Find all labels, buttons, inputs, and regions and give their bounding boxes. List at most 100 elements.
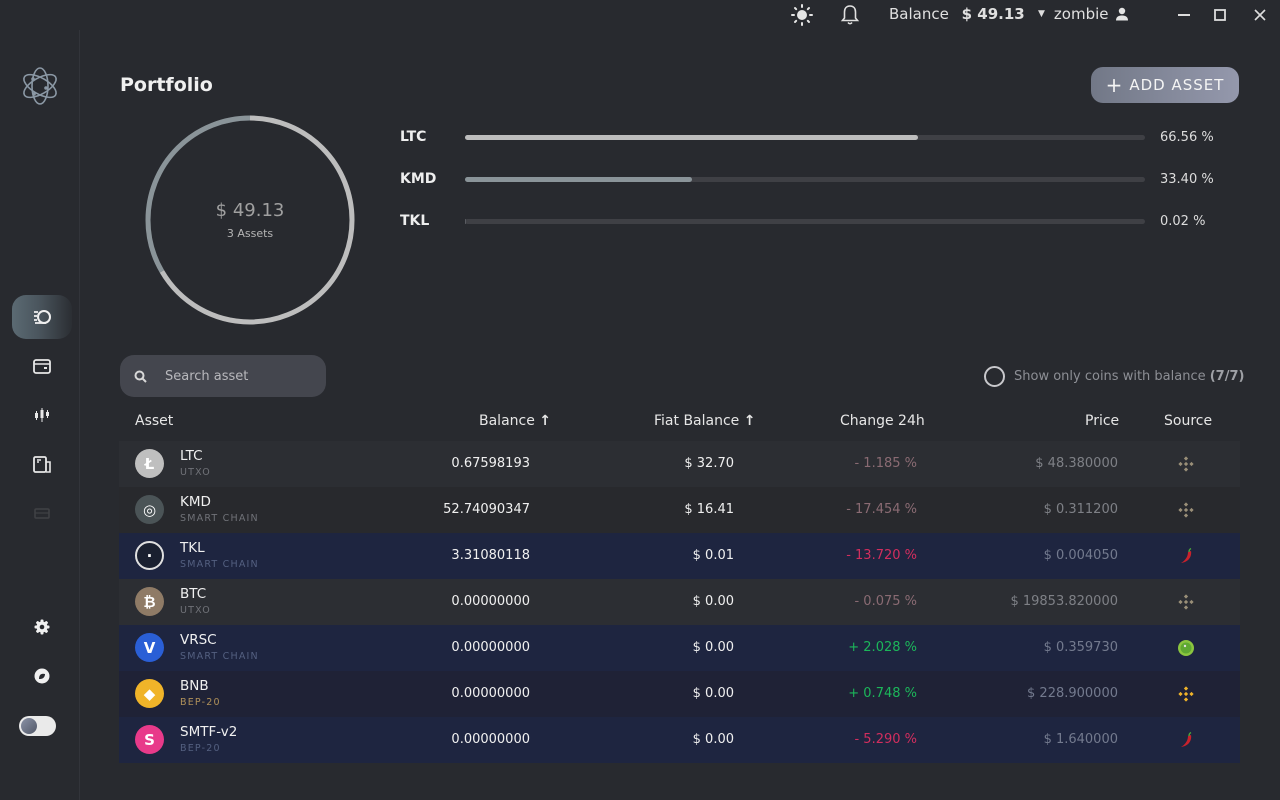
coin-fiat-balance: $ 16.41 (684, 502, 734, 517)
arrow-up-icon: ↑ (539, 413, 552, 429)
coin-balance: 0.00000000 (451, 594, 530, 609)
donut-center: $ 49.13 3 Assets (143, 113, 357, 327)
binance-icon (1177, 455, 1195, 473)
table-row[interactable]: Ł LTC UTXO 0.67598193 $ 32.70 - 1.185 % $ 48.3… (119, 441, 1240, 487)
theme-toggle[interactable] (19, 716, 56, 736)
close-icon (1254, 9, 1266, 21)
balance-display: Balance $ 49.13 (889, 5, 1025, 23)
column-header-balance[interactable]: Balance ↑ (479, 413, 551, 429)
coin-ticker: TKL (180, 540, 205, 556)
table-row[interactable]: S SMTF-v2 BEP-20 0.00000000 $ 0.00 - 5.290 % $… (119, 717, 1240, 763)
coin-price: $ 228.900000 (1027, 686, 1118, 701)
coinpaprika-icon (1177, 731, 1195, 749)
column-header-price[interactable]: Price (1085, 413, 1119, 429)
column-header-source[interactable]: Source (1164, 413, 1212, 429)
minimize-button[interactable] (1172, 3, 1196, 27)
coin-price: $ 0.004050 (1043, 548, 1118, 563)
table-row[interactable]: ◎ KMD SMART CHAIN 52.74090347 $ 16.41 - 17.45… (119, 487, 1240, 533)
table-row[interactable]: V VRSC SMART CHAIN 0.00000000 $ 0.00 + 2.028 … (119, 625, 1240, 671)
balance-value: $ 49.13 (961, 5, 1025, 23)
coin-type: UTXO (180, 605, 211, 616)
distribution-ticker: LTC (400, 129, 427, 145)
column-header-change[interactable]: Change 24h (840, 413, 925, 429)
coin-ticker: KMD (180, 494, 211, 510)
coin-ticker: VRSC (180, 632, 217, 648)
maximize-button[interactable] (1208, 3, 1232, 27)
bell-icon[interactable] (840, 4, 860, 26)
coin-type: BEP-20 (180, 697, 221, 708)
coin-price: $ 0.311200 (1043, 502, 1118, 517)
coin-type: SMART CHAIN (180, 559, 259, 570)
coin-price: $ 0.359730 (1043, 640, 1118, 655)
coin-ticker: SMTF-v2 (180, 724, 238, 740)
coin-change-24h: - 1.185 % (854, 456, 917, 471)
coinpaprika-icon (1177, 547, 1195, 565)
atom-logo-icon (23, 67, 57, 105)
distribution-bar-fill (465, 134, 918, 140)
portfolio-total-value: $ 49.13 (215, 200, 285, 221)
distribution-ticker: TKL (400, 213, 430, 229)
coin-type: SMART CHAIN (180, 513, 259, 524)
search-box[interactable] (120, 355, 326, 397)
coin-type: SMART CHAIN (180, 651, 259, 662)
balance-filter-count: (7/7) (1209, 369, 1245, 384)
close-button[interactable] (1248, 3, 1272, 27)
sidebar-item-settings[interactable] (12, 605, 72, 649)
coin-change-24h: + 0.748 % (848, 686, 917, 701)
distribution-bar (465, 176, 1145, 182)
coin-fiat-balance: $ 0.00 (692, 640, 734, 655)
page-title: Portfolio (120, 74, 213, 96)
coin-icon-tkl: · (135, 541, 164, 570)
username: zombie (1053, 5, 1109, 23)
distribution-row-tkl: TKL 0.02 % (400, 211, 1240, 231)
table-row[interactable]: ◆ BNB BEP-20 0.00000000 $ 0.00 + 0.748 % $ 228… (119, 671, 1240, 717)
column-header-fiat-balance[interactable]: Fiat Balance ↑ (654, 413, 755, 429)
coin-ticker: BNB (180, 678, 209, 694)
table-row[interactable]: ₿ BTC UTXO 0.00000000 $ 0.00 - 0.075 % $ 19853… (119, 579, 1240, 625)
sidebar-item-fiat[interactable] (12, 491, 72, 535)
coin-fiat-balance: $ 0.00 (692, 732, 734, 747)
distribution-row-ltc: LTC 66.56 % (400, 127, 1240, 147)
user-menu[interactable]: ▼ zombie (1038, 5, 1129, 23)
coin-icon-btc: ₿ (135, 587, 164, 616)
coin-balance: 0.00000000 (451, 732, 530, 747)
coin-icon-bnb: ◆ (135, 679, 164, 708)
coin-price: $ 19853.820000 (1010, 594, 1118, 609)
sidebar-item-addressbook[interactable] (12, 442, 72, 486)
coin-icon-vrsc: V (135, 633, 164, 662)
coin-icon-kmd: ◎ (135, 495, 164, 524)
coin-balance: 52.74090347 (443, 502, 530, 517)
sidebar (0, 30, 80, 800)
column-header-asset[interactable]: Asset (135, 413, 173, 429)
search-input[interactable] (165, 368, 305, 384)
balance-filter[interactable]: Show only coins with balance (7/7) (984, 366, 1244, 387)
distribution-bar (465, 218, 1145, 224)
coin-balance: 0.67598193 (451, 456, 530, 471)
balance-filter-radio[interactable] (984, 366, 1005, 387)
distribution-percent: 0.02 % (1160, 213, 1206, 229)
binance-icon (1177, 685, 1195, 703)
add-asset-label: ADD ASSET (1129, 76, 1225, 94)
toggle-knob (21, 718, 37, 734)
coin-price: $ 1.640000 (1043, 732, 1118, 747)
coingecko-icon (1177, 639, 1195, 657)
asset-table: Ł LTC UTXO 0.67598193 $ 32.70 - 1.185 % $ 48.3… (119, 441, 1240, 763)
coin-icon-smtf-v2: S (135, 725, 164, 754)
sidebar-item-support[interactable] (12, 654, 72, 698)
candlestick-icon (35, 408, 49, 422)
search-icon (134, 370, 147, 383)
caret-down-icon: ▼ (1038, 9, 1045, 19)
coin-icon-ltc: Ł (135, 449, 164, 478)
table-row[interactable]: · TKL SMART CHAIN 3.31080118 $ 0.01 - 13.720 … (119, 533, 1240, 579)
sidebar-item-wallet[interactable] (12, 344, 72, 388)
sidebar-item-portfolio[interactable] (12, 295, 72, 339)
sidebar-item-dex[interactable] (12, 393, 72, 437)
coin-fiat-balance: $ 32.70 (684, 456, 734, 471)
add-asset-button[interactable]: + ADD ASSET (1091, 67, 1239, 103)
coin-type: BEP-20 (180, 743, 221, 754)
binance-icon (1177, 501, 1195, 519)
coin-fiat-balance: $ 0.01 (692, 548, 734, 563)
sun-icon[interactable] (790, 4, 814, 26)
coin-price: $ 48.380000 (1035, 456, 1118, 471)
distribution-ticker: KMD (400, 171, 437, 187)
